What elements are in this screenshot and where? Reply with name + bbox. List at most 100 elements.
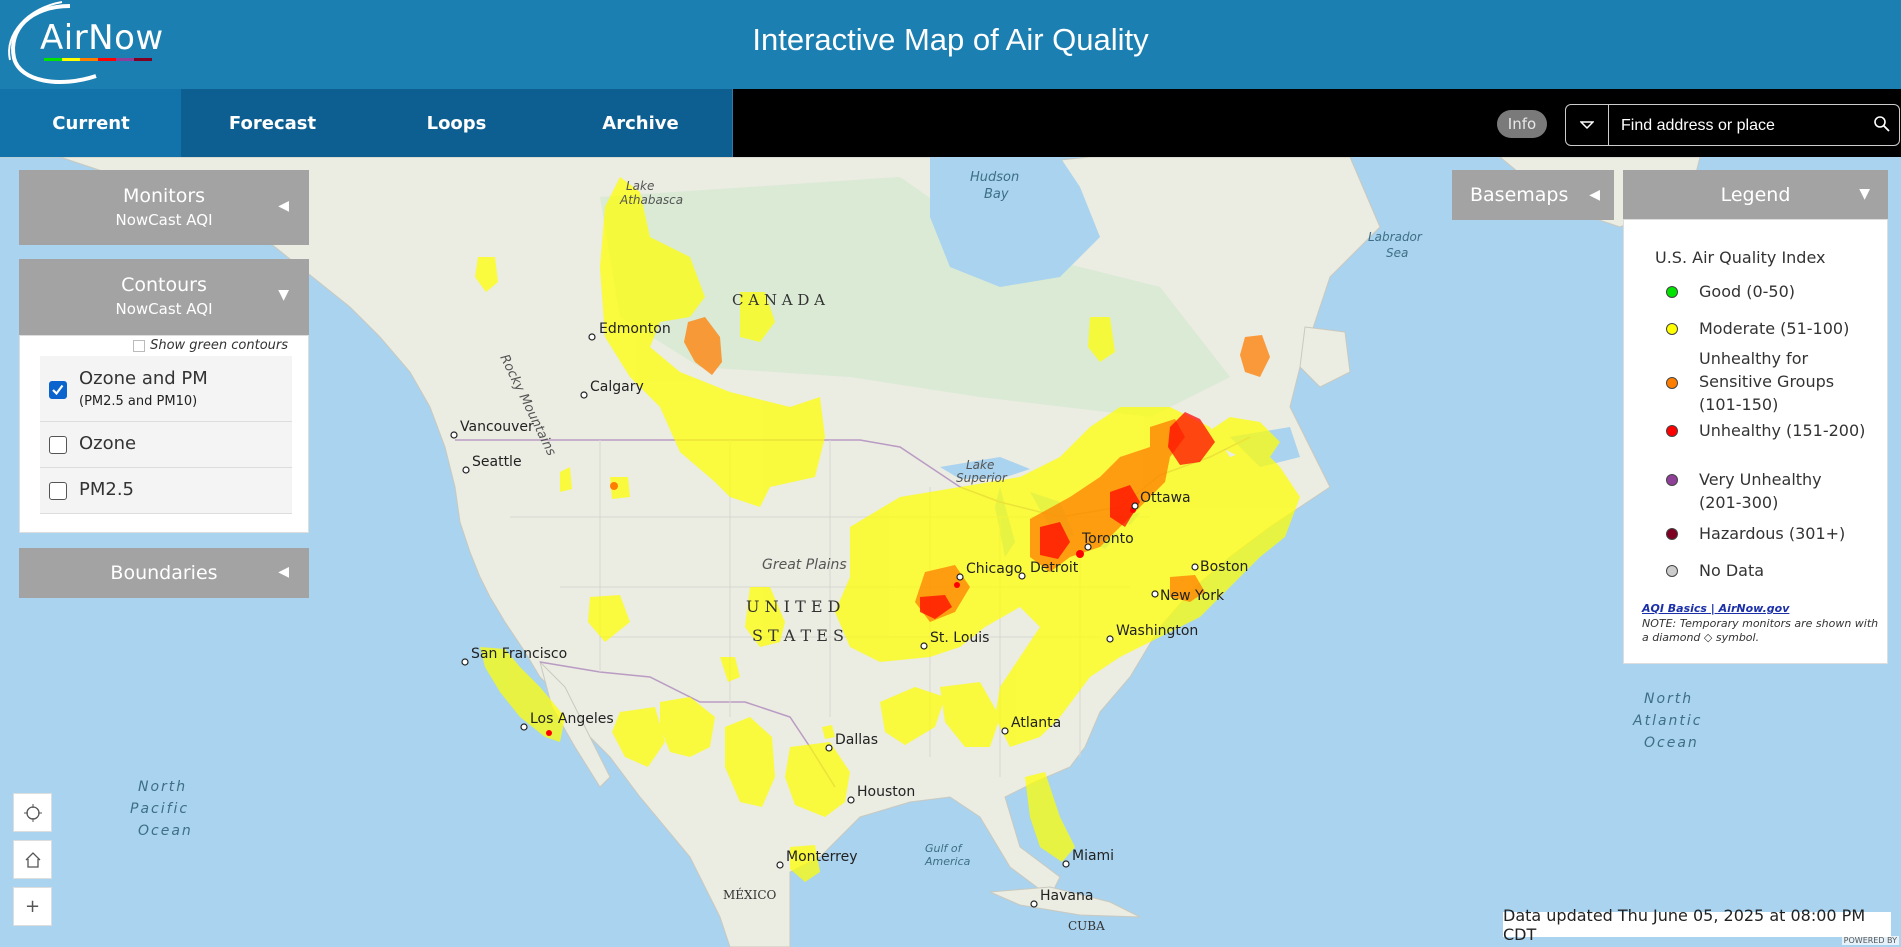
water-label: North	[138, 779, 187, 795]
legend-label: Hazardous (301+)	[1699, 524, 1846, 543]
city-label: Havana	[1040, 888, 1093, 904]
tab-current[interactable]: Current	[0, 89, 183, 157]
contours-subtitle: NowCast AQI	[115, 300, 213, 318]
legend-note: NOTE: Temporary monitors are shown with …	[1642, 617, 1879, 644]
legend-label: Moderate (51-100)	[1699, 319, 1850, 338]
locate-button[interactable]	[13, 793, 52, 832]
ozone-checkbox[interactable]	[49, 436, 67, 454]
data-updated-status: Data updated Thu June 05, 2025 at 08:00 …	[1503, 906, 1891, 944]
green-contours-label: Show green contours	[150, 338, 288, 353]
region-label: CUBA	[1068, 919, 1105, 933]
checkmark-icon	[52, 384, 64, 396]
hazardous-swatch-icon	[1666, 528, 1678, 540]
basemaps-panel-header[interactable]: Basemaps ◀	[1452, 170, 1614, 220]
pm25-label: PM2.5	[79, 479, 135, 500]
plus-icon: +	[24, 896, 41, 917]
city-label: Calgary	[590, 379, 644, 395]
unhealthy-swatch-icon	[1666, 425, 1678, 437]
water-label: Atlantic	[1632, 713, 1702, 729]
city-label: Monterrey	[786, 849, 857, 865]
water-label: Bay	[984, 187, 1009, 202]
legend-title: Legend	[1720, 184, 1791, 206]
city-label: Edmonton	[599, 321, 671, 337]
legend-label: Good (0-50)	[1699, 282, 1796, 301]
chevron-down-icon	[1580, 121, 1594, 130]
boundaries-panel-header[interactable]: Boundaries ◀	[19, 548, 309, 598]
water-label: North	[1644, 691, 1693, 707]
moderate-swatch-icon	[1666, 323, 1678, 335]
aqi-legend-title: U.S. Air Quality Index	[1655, 248, 1826, 267]
powered-by-label: POWERED BY	[1841, 936, 1899, 945]
water-label: Sea	[1386, 246, 1408, 260]
city-label: Vancouver	[460, 419, 534, 435]
ozone-pm-checkbox[interactable]	[49, 381, 67, 399]
usg-swatch-icon	[1666, 377, 1678, 389]
region-label: MÉXICO	[723, 887, 777, 902]
ozone-pm-label: Ozone and PM	[79, 368, 208, 389]
tab-loops[interactable]: Loops	[364, 89, 550, 157]
monitors-title: Monitors	[122, 185, 206, 207]
green-contours-checkbox[interactable]	[133, 339, 146, 352]
feature-label: Great Plains	[762, 557, 847, 573]
monitors-panel-header[interactable]: Monitors NowCast AQI ◀	[19, 170, 309, 245]
city-label: Dallas	[835, 732, 878, 748]
city-label: San Francisco	[471, 646, 567, 662]
monitors-subtitle: NowCast AQI	[115, 211, 213, 229]
water-label: Ocean	[138, 823, 193, 839]
city-label: Los Angeles	[530, 711, 614, 727]
search-input[interactable]	[1619, 111, 1863, 141]
tab-archive[interactable]: Archive	[549, 89, 733, 157]
no-data-swatch-icon	[1666, 565, 1678, 577]
layer-option-pm25[interactable]: PM2.5	[40, 468, 292, 514]
pm25-checkbox[interactable]	[49, 482, 67, 500]
city-label: New York	[1160, 588, 1225, 604]
info-button[interactable]: Info	[1497, 110, 1547, 138]
water-label: Gulf of	[925, 842, 964, 855]
search-source-dropdown[interactable]	[1566, 105, 1609, 145]
city-label: Detroit	[1030, 560, 1079, 576]
city-label: Washington	[1116, 623, 1198, 639]
ozone-pm-sublabel: (PM2.5 and PM10)	[79, 394, 198, 409]
legend-panel-header[interactable]: Legend ▼	[1623, 170, 1888, 220]
search-box	[1565, 104, 1900, 146]
layer-option-ozone[interactable]: Ozone	[40, 422, 292, 468]
legend-label: Unhealthy for Sensitive Groups (101-150)	[1699, 349, 1835, 414]
header: AirNow Interactive Map of Air Quality	[0, 0, 1901, 89]
feature-label: Superior	[956, 471, 1008, 485]
caret-down-icon: ▼	[1859, 186, 1870, 202]
caret-left-icon: ◀	[278, 564, 289, 580]
zoom-in-button[interactable]: +	[13, 887, 52, 926]
water-label: Labrador	[1368, 230, 1423, 244]
city-label: Miami	[1072, 848, 1114, 864]
city-label: Atlanta	[1011, 715, 1061, 731]
page-title: Interactive Map of Air Quality	[752, 22, 1149, 57]
home-button[interactable]	[13, 840, 52, 879]
legend-label: Unhealthy (151-200)	[1699, 421, 1866, 440]
tab-forecast[interactable]: Forecast	[181, 89, 365, 157]
layer-option-ozone-pm[interactable]: Ozone and PM (PM2.5 and PM10)	[40, 356, 292, 422]
crosshair-icon	[23, 803, 42, 822]
aqi-basics-link[interactable]: AQI Basics | AirNow.gov	[1642, 602, 1789, 615]
contours-title: Contours	[121, 274, 207, 296]
legend-label: No Data	[1699, 561, 1765, 580]
city-label: Boston	[1200, 559, 1248, 575]
region-label: U N I T E D	[746, 597, 840, 616]
caret-down-icon: ▼	[278, 287, 289, 303]
city-label: Seattle	[472, 454, 522, 470]
good-swatch-icon	[1666, 286, 1678, 298]
city-label: Ottawa	[1140, 490, 1191, 506]
water-label: Hudson	[970, 170, 1019, 185]
water-label: Ocean	[1644, 735, 1699, 751]
very-unhealthy-swatch-icon	[1666, 474, 1678, 486]
green-contours-toggle[interactable]: Show green contours	[133, 338, 288, 353]
legend-panel-body: U.S. Air Quality Index Good (0-50) Moder…	[1623, 219, 1888, 664]
region-label: S T A T E S	[752, 626, 844, 645]
city-label: Toronto	[1081, 531, 1134, 547]
legend-label: Very Unhealthy (201-300)	[1699, 470, 1822, 512]
caret-left-icon: ◀	[1589, 187, 1600, 203]
feature-label: Lake	[966, 458, 994, 472]
feature-label: Lake	[626, 179, 654, 193]
search-icon[interactable]	[1873, 115, 1891, 133]
contours-panel-header[interactable]: Contours NowCast AQI ▼	[19, 259, 309, 335]
city-label: St. Louis	[930, 630, 989, 646]
